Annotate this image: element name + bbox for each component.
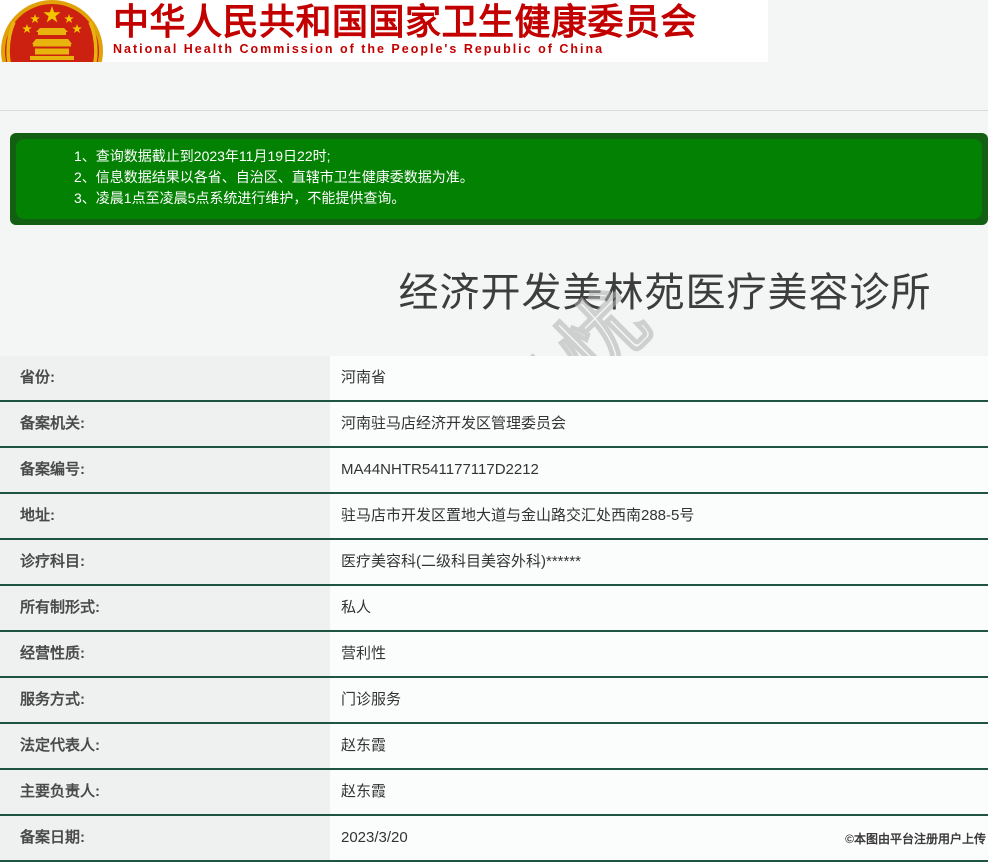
row-value: 门诊服务 (330, 678, 988, 722)
row-label: 备案机关: (0, 402, 330, 446)
notice-item-1: 1、查询数据截止到2023年11月19日22时; (74, 148, 331, 164)
table-row-record-date: 备案日期: 2023/3/20 (0, 816, 988, 862)
row-value: 赵东霞 (330, 770, 988, 814)
row-value: 医疗美容科(二级科目美容外科)****** (330, 540, 988, 584)
row-label: 服务方式: (0, 678, 330, 722)
table-row-business-nature: 经营性质: 营利性 (0, 632, 988, 678)
site-header: 中华人民共和国国家卫生健康委员会 National Health Commiss… (0, 0, 768, 62)
row-label: 地址: (0, 494, 330, 538)
row-label: 备案编号: (0, 448, 330, 492)
table-row-clinical-departments: 诊疗科目: 医疗美容科(二级科目美容外科)****** (0, 540, 988, 586)
record-table: 省份: 河南省 备案机关: 河南驻马店经济开发区管理委员会 备案编号: MA44… (0, 356, 988, 862)
table-row-address: 地址: 驻马店市开发区置地大道与金山路交汇处西南288-5号 (0, 494, 988, 540)
notice-item-2: 2、信息数据结果以各省、自治区、直辖市卫生健康委数据为准。 (74, 169, 474, 185)
page-title-institution-name: 经济开发美林苑医疗美容诊所 (398, 271, 932, 315)
row-value: 赵东霞 (330, 724, 988, 768)
header-divider (0, 110, 988, 111)
table-row-principal: 主要负责人: 赵东霞 (0, 770, 988, 816)
table-row-legal-representative: 法定代表人: 赵东霞 (0, 724, 988, 770)
header-title-cn: 中华人民共和国国家卫生健康委员会 (113, 1, 698, 42)
notice-item-3: 3、凌晨1点至凌晨5点系统进行维护，不能提供查询。 (74, 190, 406, 206)
table-row-province: 省份: 河南省 (0, 356, 988, 402)
table-row-record-number: 备案编号: MA44NHTR541177117D2212 (0, 448, 988, 494)
row-value: 私人 (330, 586, 988, 630)
row-label: 所有制形式: (0, 586, 330, 630)
upload-credit-note: ©本图由平台注册用户上传 (845, 832, 986, 846)
notice-inner: 1、查询数据截止到2023年11月19日22时; 2、信息数据结果以各省、自治区… (16, 139, 982, 219)
table-row-ownership-type: 所有制形式: 私人 (0, 586, 988, 632)
header-text-block: 中华人民共和国国家卫生健康委员会 National Health Commiss… (113, 1, 753, 57)
row-label: 主要负责人: (0, 770, 330, 814)
national-emblem-icon (1, 0, 103, 62)
row-label: 备案日期: (0, 816, 330, 860)
row-label: 经营性质: (0, 632, 330, 676)
header-title-en: National Health Commission of the People… (113, 42, 605, 56)
row-value: MA44NHTR541177117D2212 (330, 448, 988, 492)
row-value: 河南省 (330, 356, 988, 400)
table-row-service-mode: 服务方式: 门诊服务 (0, 678, 988, 724)
table-row-record-authority: 备案机关: 河南驻马店经济开发区管理委员会 (0, 402, 988, 448)
row-label: 诊疗科目: (0, 540, 330, 584)
row-value: 营利性 (330, 632, 988, 676)
row-label: 法定代表人: (0, 724, 330, 768)
notice-box: 1、查询数据截止到2023年11月19日22时; 2、信息数据结果以各省、自治区… (10, 133, 988, 225)
row-label: 省份: (0, 356, 330, 400)
row-value: 河南驻马店经济开发区管理委员会 (330, 402, 988, 446)
row-value: 驻马店市开发区置地大道与金山路交汇处西南288-5号 (330, 494, 988, 538)
